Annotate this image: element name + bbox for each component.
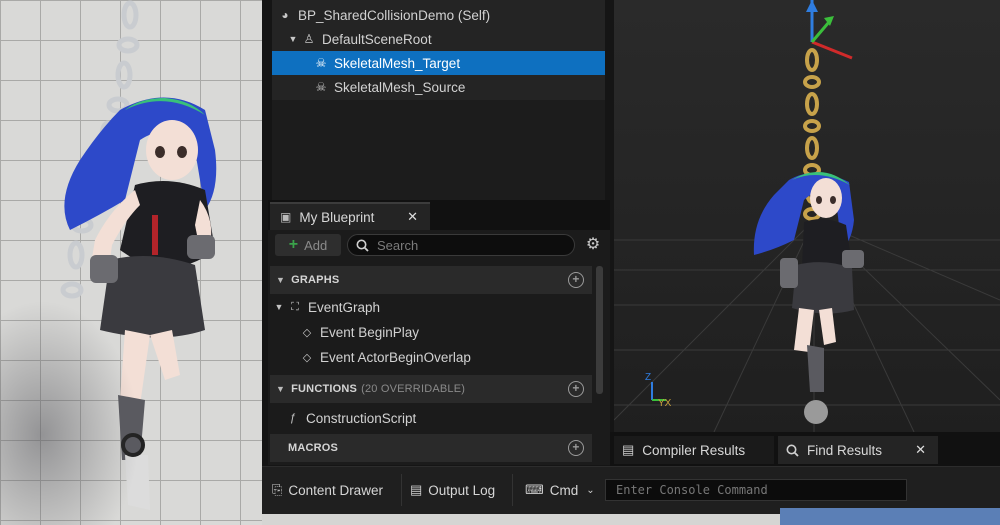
add-button[interactable]: + Add	[275, 234, 341, 256]
section-functions[interactable]: ▼ FUNCTIONS (20 OVERRIDABLE) +	[270, 375, 592, 403]
add-graph-icon[interactable]: +	[568, 272, 584, 288]
function-icon: ƒ	[289, 412, 297, 424]
section-graphs[interactable]: ▼ GRAPHS +	[270, 266, 592, 294]
tab-compiler-results[interactable]: ▤ Compiler Results	[614, 436, 774, 464]
collapse-arrow-icon[interactable]: ▼	[288, 34, 298, 44]
event-diamond-icon: ◇	[302, 326, 312, 339]
collapse-arrow-icon: ▼	[276, 384, 286, 394]
status-divider	[401, 474, 402, 506]
output-log-label: Output Log	[428, 482, 496, 498]
search-icon	[786, 444, 799, 457]
skeletal-mesh-icon: ☠	[315, 80, 327, 94]
section-title: MACROS	[288, 442, 339, 454]
event-item-actorbeginoverlap[interactable]: ◇ Event ActorBeginOverlap	[270, 345, 592, 369]
axis-z-label: Z	[645, 372, 651, 383]
tree-item-label: DefaultSceneRoot	[322, 31, 432, 47]
book-icon: ▣	[280, 210, 292, 224]
axis-yx-label: YX	[658, 398, 672, 409]
blueprint-viewport[interactable]: Z YX	[614, 0, 1000, 432]
output-log-icon: ▤	[410, 482, 423, 497]
terminal-icon: ⌨	[525, 482, 544, 497]
add-macro-icon[interactable]: +	[568, 440, 584, 456]
background-floor-strip-right	[780, 508, 1000, 525]
chevron-down-icon: ⌄	[586, 484, 595, 496]
item-label: Event BeginPlay	[320, 324, 420, 340]
item-label: EventGraph	[308, 299, 381, 315]
item-label: Event ActorBeginOverlap	[320, 349, 471, 365]
character-shadow	[0, 300, 140, 525]
left-viewport	[0, 0, 262, 525]
add-label: Add	[304, 237, 328, 253]
section-macros[interactable]: MACROS +	[270, 434, 592, 462]
event-diamond-icon: ◇	[302, 351, 312, 364]
section-title: GRAPHS	[291, 274, 340, 286]
collapse-arrow-icon: ▼	[276, 275, 286, 285]
tree-item-self[interactable]: ◕ BP_SharedCollisionDemo (Self)	[272, 3, 611, 27]
search-box[interactable]	[347, 234, 575, 256]
compiler-results-icon: ▤	[622, 442, 635, 457]
section-title: FUNCTIONS	[291, 383, 358, 395]
console-command-box[interactable]	[605, 479, 907, 501]
blueprint-icon: ◕	[281, 8, 289, 22]
function-item-constructionscript[interactable]: ƒ ConstructionScript	[270, 406, 592, 430]
add-function-icon[interactable]: +	[568, 381, 584, 397]
tree-item-default-scene-root[interactable]: ▼ ♙ DefaultSceneRoot	[272, 27, 621, 51]
my-blueprint-scrollbar[interactable]	[596, 266, 603, 394]
tab-label: My Blueprint	[299, 209, 375, 225]
tree-item-skeletalmesh-target[interactable]: ☠ SkeletalMesh_Target	[272, 51, 605, 75]
collapse-arrow-icon[interactable]: ▼	[274, 302, 284, 312]
tree-item-label: BP_SharedCollisionDemo (Self)	[298, 7, 491, 23]
viewport-scene: Z YX	[614, 0, 1000, 432]
content-drawer-icon: ⎘	[272, 482, 283, 497]
tree-item-label: SkeletalMesh_Target	[334, 55, 461, 71]
tab-label: Compiler Results	[642, 442, 746, 458]
event-graph-icon: ⛶	[291, 300, 299, 313]
components-tree: ◕ BP_SharedCollisionDemo (Self) ▼ ♙ Defa…	[272, 0, 605, 100]
graph-item-eventgraph[interactable]: ▼ ⛶ EventGraph	[270, 295, 592, 319]
tab-label: Find Results	[807, 442, 883, 458]
plus-icon: +	[288, 236, 299, 253]
search-input[interactable]	[375, 236, 569, 254]
skeletal-mesh-icon: ☠	[315, 56, 327, 70]
status-divider	[512, 474, 513, 506]
console-command-input[interactable]	[614, 482, 906, 498]
close-icon[interactable]: ✕	[407, 209, 418, 225]
cmd-dropdown[interactable]: ⌨ Cmd ⌄	[525, 476, 595, 504]
search-icon	[356, 239, 369, 252]
content-drawer-button[interactable]: ⎘ Content Drawer	[272, 476, 383, 504]
tab-my-blueprint[interactable]: ▣ My Blueprint ✕	[270, 202, 430, 230]
section-subtitle: (20 OVERRIDABLE)	[361, 383, 466, 395]
components-tree-empty-area	[272, 100, 605, 200]
gear-icon[interactable]: ⚙	[583, 235, 603, 255]
output-log-button[interactable]: ▤ Output Log	[410, 476, 495, 504]
cmd-label: Cmd	[549, 482, 579, 498]
tree-item-skeletalmesh-source[interactable]: ☠ SkeletalMesh_Source	[272, 75, 605, 99]
tree-item-label: SkeletalMesh_Source	[334, 79, 466, 95]
close-icon[interactable]: ✕	[915, 442, 926, 458]
item-label: ConstructionScript	[306, 410, 417, 426]
event-item-beginplay[interactable]: ◇ Event BeginPlay	[270, 320, 592, 344]
scene-component-icon: ♙	[303, 32, 315, 46]
tab-find-results[interactable]: Find Results ✕	[778, 436, 938, 464]
content-drawer-label: Content Drawer	[288, 482, 383, 498]
